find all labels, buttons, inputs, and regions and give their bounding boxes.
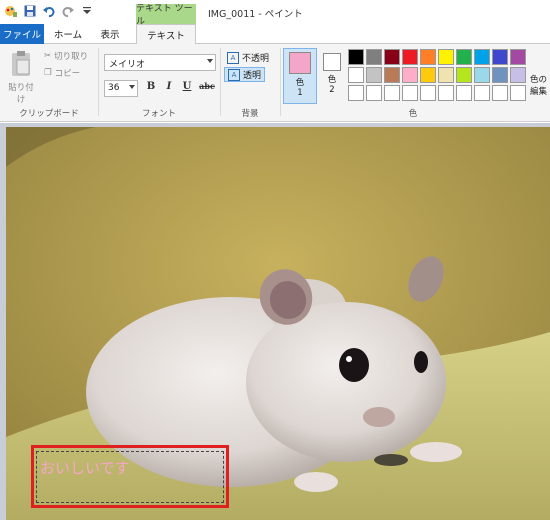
edit-colors-label: 色の xyxy=(530,75,548,85)
scissors-icon: ✂ xyxy=(44,51,52,61)
tab-home[interactable]: ホーム xyxy=(50,24,86,44)
font-group-label: フォント xyxy=(141,109,176,119)
transparent-label: 透明 xyxy=(243,71,262,81)
color1-number: 1 xyxy=(297,88,303,98)
palette-swatch[interactable] xyxy=(420,67,436,83)
color1-button[interactable]: 色 1 xyxy=(283,48,317,104)
tab-text[interactable]: テキスト xyxy=(136,24,196,45)
color2-number: 2 xyxy=(329,85,335,95)
palette-swatch[interactable] xyxy=(384,85,400,101)
transparent-icon: A xyxy=(228,68,240,81)
font-family-select[interactable]: メイリオ xyxy=(104,54,216,71)
palette-swatch[interactable] xyxy=(474,67,490,83)
palette-swatch[interactable] xyxy=(456,67,472,83)
palette-swatch[interactable] xyxy=(456,49,472,65)
chevron-down-icon xyxy=(207,59,213,63)
palette-swatch[interactable] xyxy=(420,85,436,101)
color1-label: 色 xyxy=(295,78,305,88)
title-bar: テキスト ツール IMG_0011 - ペイント xyxy=(0,0,550,27)
color2-label: 色 xyxy=(327,75,337,85)
opaque-label: 不透明 xyxy=(242,54,270,64)
redo-icon[interactable] xyxy=(61,4,75,18)
palette-swatch[interactable] xyxy=(510,49,526,65)
quick-access-toolbar xyxy=(4,4,94,18)
palette-swatch[interactable] xyxy=(402,49,418,65)
opaque-option[interactable]: A 不透明 xyxy=(224,50,272,65)
palette-swatch[interactable] xyxy=(348,67,364,83)
window-title: IMG_0011 - ペイント xyxy=(208,9,303,20)
palette-swatch[interactable] xyxy=(510,67,526,83)
paste-button[interactable]: 貼り付け xyxy=(6,50,36,105)
palette-swatch[interactable] xyxy=(492,85,508,101)
undo-icon[interactable] xyxy=(42,4,56,18)
palette-swatch[interactable] xyxy=(402,67,418,83)
font-size-value: 36 xyxy=(108,83,120,93)
tab-file[interactable]: ファイル xyxy=(0,24,44,44)
italic-button[interactable]: I xyxy=(162,81,176,96)
palette-swatch[interactable] xyxy=(438,67,454,83)
color-palette xyxy=(348,49,526,101)
paste-label: 貼り付け xyxy=(8,83,34,105)
palette-swatch[interactable] xyxy=(510,85,526,101)
tab-view[interactable]: 表示 xyxy=(92,24,128,44)
color2-swatch xyxy=(323,53,341,71)
text-tools-context-header: テキスト ツール xyxy=(136,4,196,27)
font-family-value: メイリオ xyxy=(109,60,146,70)
palette-swatch[interactable] xyxy=(474,49,490,65)
palette-swatch[interactable] xyxy=(456,85,472,101)
clipboard-group-label: クリップボード xyxy=(19,109,79,119)
palette-swatch[interactable] xyxy=(348,85,364,101)
palette-swatch[interactable] xyxy=(438,49,454,65)
transparent-option[interactable]: A 透明 xyxy=(224,67,266,82)
palette-swatch[interactable] xyxy=(366,85,382,101)
copy-icon: ❐ xyxy=(44,68,52,78)
chevron-down-icon xyxy=(129,85,135,89)
separator xyxy=(220,48,221,116)
cut-label: 切り取り xyxy=(54,52,89,62)
palette-swatch[interactable] xyxy=(438,85,454,101)
color2-button[interactable]: 色 2 xyxy=(317,48,347,104)
paste-icon xyxy=(12,51,30,76)
cut-button[interactable]: ✂ 切り取り xyxy=(44,50,88,62)
palette-swatch[interactable] xyxy=(492,49,508,65)
palette-swatch[interactable] xyxy=(366,67,382,83)
edit-colors-label: 編集 xyxy=(530,87,548,97)
bold-button[interactable]: B xyxy=(144,81,158,96)
copy-button[interactable]: ❐ コピー xyxy=(44,67,80,79)
underline-button[interactable]: U xyxy=(180,81,194,96)
edit-colors-button[interactable]: 色の 編集 xyxy=(530,74,547,98)
color1-swatch xyxy=(289,52,311,74)
palette-swatch[interactable] xyxy=(384,67,400,83)
separator xyxy=(98,48,99,116)
font-size-select[interactable]: 36 xyxy=(104,80,138,97)
opaque-icon: A xyxy=(227,51,239,64)
save-icon[interactable] xyxy=(23,4,37,18)
colors-group-label: 色 xyxy=(408,109,418,119)
palette-swatch[interactable] xyxy=(348,49,364,65)
separator xyxy=(280,48,281,116)
palette-swatch[interactable] xyxy=(474,85,490,101)
palette-swatch[interactable] xyxy=(366,49,382,65)
strikethrough-button[interactable]: abc xyxy=(198,81,216,96)
palette-swatch[interactable] xyxy=(492,67,508,83)
ribbon-tabs: ファイル ホーム 表示 テキスト xyxy=(0,24,550,45)
copy-label: コピー xyxy=(54,69,81,79)
background-group-label: 背景 xyxy=(241,109,259,119)
paint-app-icon[interactable] xyxy=(4,4,18,18)
palette-swatch[interactable] xyxy=(402,85,418,101)
palette-swatch[interactable] xyxy=(420,49,436,65)
ribbon: 貼り付け ✂ 切り取り ❐ コピー クリップボード メイリオ 36 B I U … xyxy=(0,44,550,122)
highlight-frame xyxy=(31,445,229,508)
palette-swatch[interactable] xyxy=(384,49,400,65)
customize-qat-icon[interactable] xyxy=(80,4,94,18)
